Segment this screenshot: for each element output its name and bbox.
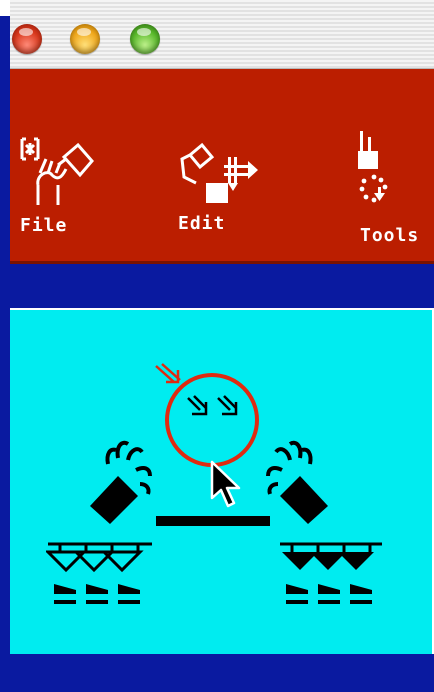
selected-arrows-glyph[interactable] — [162, 368, 262, 468]
title-bar[interactable] — [10, 0, 434, 69]
tools-icon — [358, 131, 388, 203]
file-label: File — [20, 215, 68, 236]
left-hand-glyph[interactable] — [84, 438, 164, 528]
file-icon — [20, 137, 94, 205]
separator-band — [10, 264, 434, 308]
edit-tool-button[interactable]: Edit — [160, 69, 280, 261]
close-button[interactable] — [12, 24, 42, 54]
tools-label: Tools — [360, 225, 420, 246]
drawing-canvas[interactable] — [10, 308, 434, 654]
bottom-band — [10, 654, 434, 692]
tools-tool-button[interactable]: Tools — [340, 69, 434, 261]
edit-label: Edit — [178, 213, 226, 234]
edit-icon — [180, 142, 258, 203]
app-window: File Edit Tools — [10, 0, 434, 692]
file-tool-button[interactable]: File — [10, 69, 130, 261]
toolbar: File Edit Tools — [10, 69, 434, 264]
maximize-button[interactable] — [130, 24, 160, 54]
left-arrow-group[interactable] — [46, 538, 156, 610]
cursor-icon — [210, 460, 241, 508]
right-hand-glyph[interactable] — [254, 438, 334, 528]
connector-bar — [156, 516, 270, 526]
minimize-button[interactable] — [70, 24, 100, 54]
right-arrow-group[interactable] — [278, 538, 388, 610]
